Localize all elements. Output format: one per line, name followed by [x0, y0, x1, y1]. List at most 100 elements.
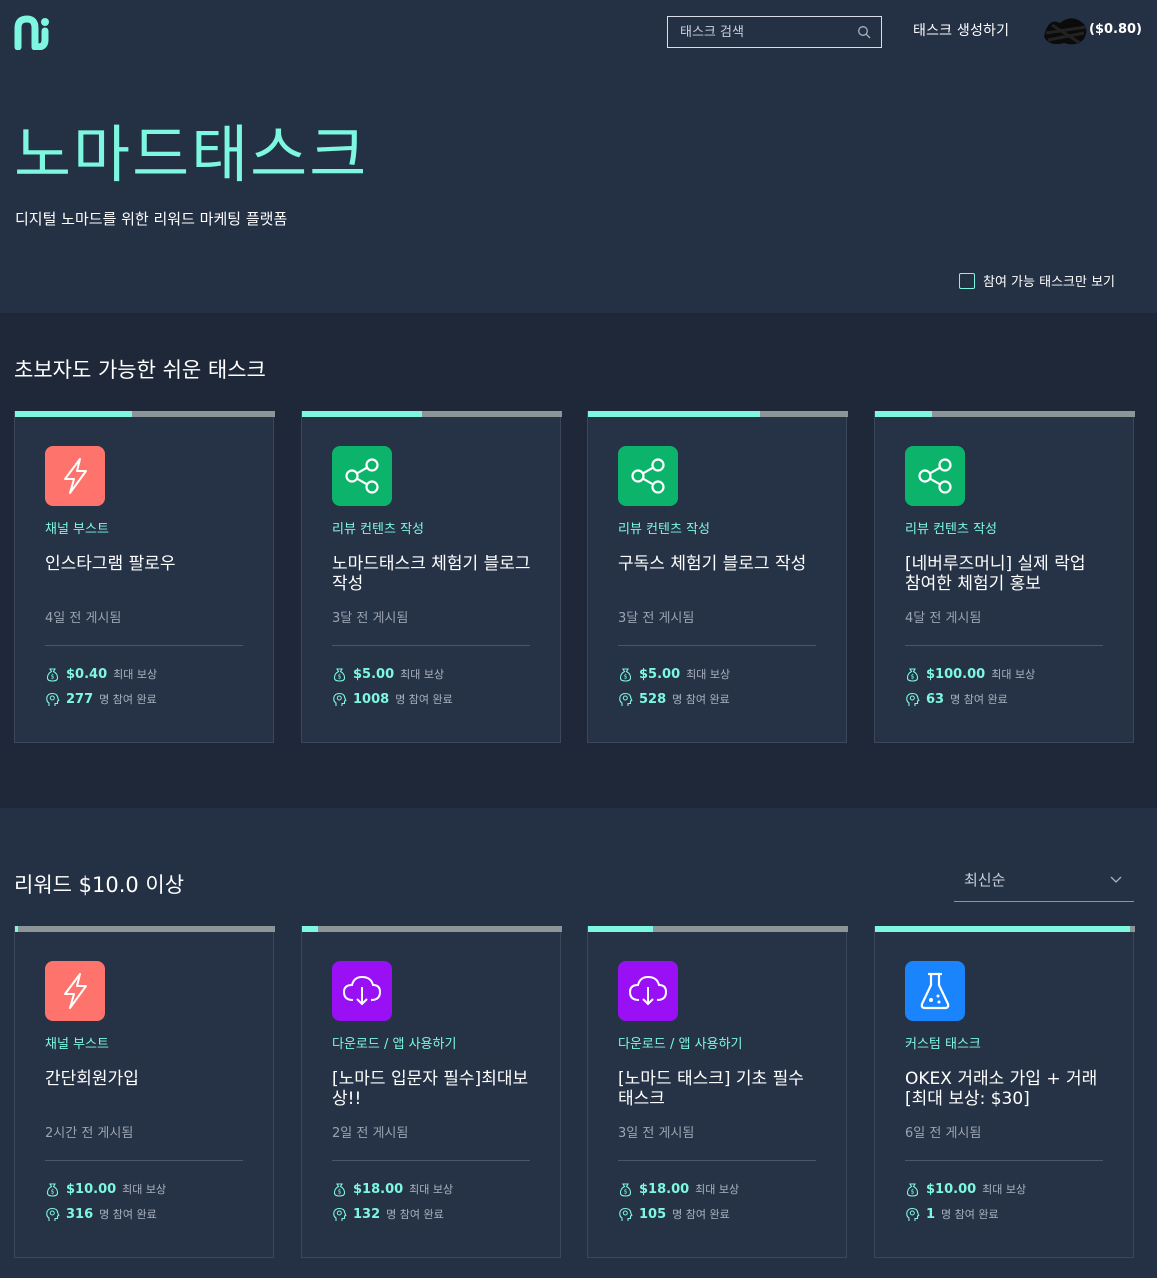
participant-label: 명 참여 완료	[99, 1208, 157, 1221]
cloud-download-icon	[618, 961, 678, 1021]
svg-text:$: $	[624, 1188, 628, 1195]
participant-label: 명 참여 완료	[941, 1208, 999, 1221]
task-posted-time: 4달 전 게시됨	[905, 611, 982, 626]
participant-count: 105	[639, 1206, 667, 1222]
reward-amount: $10.00	[66, 1181, 117, 1197]
task-title[interactable]: 노마드태스크 체험기 블로그 작성	[332, 554, 532, 594]
money-bag-icon: $	[906, 1182, 919, 1197]
available-only-checkbox[interactable]	[959, 272, 975, 289]
sort-dropdown[interactable]: 최신순	[954, 862, 1134, 902]
progress-fill	[302, 926, 318, 932]
task-category: 리뷰 컨텐츠 작성	[905, 522, 997, 537]
head-brain-icon	[906, 1207, 920, 1221]
task-category: 리뷰 컨텐츠 작성	[618, 522, 710, 537]
svg-text:$: $	[51, 1188, 55, 1195]
task-posted-time: 2시간 전 게시됨	[45, 1126, 134, 1141]
task-posted-time: 2일 전 게시됨	[332, 1126, 409, 1141]
nomadtask-logo[interactable]	[14, 14, 52, 50]
head-brain-icon	[906, 692, 920, 706]
available-only-toggle[interactable]: 참여 가능 태스크만 보기	[959, 271, 1115, 290]
task-card[interactable]: 다운로드 / 앱 사용하기 [노마드 태스크] 기초 필수 태스크 3일 전 게…	[587, 926, 848, 1258]
search-icon[interactable]	[857, 25, 871, 39]
participants-row: 277 명 참여 완료	[45, 691, 157, 707]
money-bag-icon: $	[333, 1182, 346, 1197]
bolt-icon	[45, 446, 105, 506]
participant-count: 528	[639, 691, 667, 707]
flask-icon	[905, 961, 965, 1021]
top-bar: 태스크 생성하기 ($0.80)	[0, 0, 1157, 64]
search-input[interactable]	[680, 24, 857, 40]
task-card[interactable]: 다운로드 / 앱 사용하기 [노마드 입문자 필수]최대보상!! 2일 전 게시…	[301, 926, 562, 1258]
divider	[618, 1160, 816, 1161]
task-title[interactable]: [노마드 입문자 필수]최대보상!!	[332, 1069, 532, 1109]
reward-label: 최대 보상	[113, 668, 158, 681]
participant-count: 316	[66, 1206, 94, 1222]
task-posted-time: 6일 전 게시됨	[905, 1126, 982, 1141]
reward-row: $ $18.00 최대 보상	[618, 1181, 739, 1197]
participants-row: 132 명 참여 완료	[332, 1206, 444, 1222]
svg-text:$: $	[911, 1188, 915, 1195]
task-card[interactable]: 리뷰 컨텐츠 작성 구독스 체험기 블로그 작성 3달 전 게시됨 $ $5.0…	[587, 411, 848, 743]
progress-fill	[875, 926, 1130, 932]
progress-fill	[588, 411, 760, 417]
task-category: 다운로드 / 앱 사용하기	[332, 1037, 457, 1052]
task-card[interactable]: 채널 부스트 인스타그램 팔로우 4일 전 게시됨 $ $0.40 최대 보상 …	[14, 411, 275, 743]
reward-label: 최대 보상	[991, 668, 1036, 681]
money-bag-icon: $	[619, 667, 632, 682]
svg-text:$: $	[338, 1188, 342, 1195]
share-icon	[905, 446, 965, 506]
participants-row: 1 명 참여 완료	[905, 1206, 999, 1222]
participant-label: 명 참여 완료	[672, 693, 730, 706]
task-title[interactable]: [노마드 태스크] 기초 필수 태스크	[618, 1069, 818, 1109]
task-category: 다운로드 / 앱 사용하기	[618, 1037, 743, 1052]
progress-fill	[15, 926, 18, 932]
progress-fill	[15, 411, 132, 417]
task-category: 채널 부스트	[45, 1037, 109, 1052]
reward-row: $ $5.00 최대 보상	[618, 666, 730, 682]
participants-row: 528 명 참여 완료	[618, 691, 730, 707]
svg-text:$: $	[624, 673, 628, 680]
reward-label: 최대 보상	[122, 1183, 167, 1196]
money-bag-icon: $	[46, 667, 59, 682]
sort-selected: 최신순	[964, 871, 1006, 889]
task-card[interactable]: 리뷰 컨텐츠 작성 노마드태스크 체험기 블로그 작성 3달 전 게시됨 $ $…	[301, 411, 562, 743]
reward-row: $ $0.40 최대 보상	[45, 666, 157, 682]
avatar[interactable]	[1040, 13, 1092, 49]
reward-label: 최대 보상	[695, 1183, 740, 1196]
participant-count: 63	[926, 691, 945, 707]
reward-label: 최대 보상	[982, 1183, 1027, 1196]
progress-bar	[875, 926, 1135, 932]
reward-amount: $10.00	[926, 1181, 977, 1197]
section-title-easy: 초보자도 가능한 쉬운 태스크	[14, 358, 266, 382]
task-title[interactable]: 간단회원가입	[45, 1069, 245, 1089]
create-task-link[interactable]: 태스크 생성하기	[913, 20, 1009, 40]
reward-label: 최대 보상	[400, 668, 445, 681]
progress-bar	[875, 411, 1135, 417]
task-card[interactable]: 커스텀 태스크 OKEX 거래소 가입 + 거래 [최대 보상: $30] 6일…	[874, 926, 1135, 1258]
head-brain-icon	[619, 1207, 633, 1221]
task-category: 커스텀 태스크	[905, 1037, 981, 1052]
share-icon	[332, 446, 392, 506]
task-title[interactable]: [네버루즈머니] 실제 락업 참여한 체험기 홍보	[905, 554, 1105, 594]
head-brain-icon	[619, 692, 633, 706]
head-brain-icon	[46, 692, 60, 706]
task-title[interactable]: OKEX 거래소 가입 + 거래 [최대 보상: $30]	[905, 1069, 1105, 1109]
share-icon	[618, 446, 678, 506]
head-brain-icon	[333, 1207, 347, 1221]
task-card[interactable]: 채널 부스트 간단회원가입 2시간 전 게시됨 $ $10.00 최대 보상 3…	[14, 926, 275, 1258]
task-card[interactable]: 리뷰 컨텐츠 작성 [네버루즈머니] 실제 락업 참여한 체험기 홍보 4달 전…	[874, 411, 1135, 743]
money-bag-icon: $	[906, 667, 919, 682]
participants-row: 105 명 참여 완료	[618, 1206, 730, 1222]
svg-text:$: $	[911, 673, 915, 680]
task-title[interactable]: 인스타그램 팔로우	[45, 554, 245, 574]
task-category: 리뷰 컨텐츠 작성	[332, 522, 424, 537]
divider	[45, 1160, 243, 1161]
bolt-icon	[45, 961, 105, 1021]
participant-label: 명 참여 완료	[395, 693, 453, 706]
participants-row: 316 명 참여 완료	[45, 1206, 157, 1222]
task-title[interactable]: 구독스 체험기 블로그 작성	[618, 554, 818, 574]
participant-label: 명 참여 완료	[386, 1208, 444, 1221]
participant-label: 명 참여 완료	[672, 1208, 730, 1221]
money-bag-icon: $	[333, 667, 346, 682]
progress-fill	[302, 411, 422, 417]
